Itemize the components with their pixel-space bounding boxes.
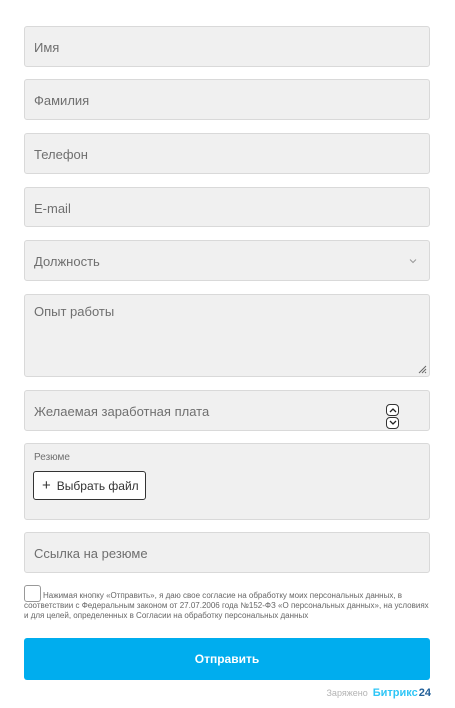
experience-textarea[interactable]: Опыт работы [24, 294, 430, 377]
phone-placeholder: Телефон [34, 147, 88, 162]
salary-placeholder: Желаемая заработная плата [34, 404, 210, 419]
choose-file-button[interactable]: + Выбрать файл [33, 471, 146, 500]
name-placeholder: Имя [34, 40, 60, 55]
choose-file-label: Выбрать файл [56, 478, 139, 493]
email-placeholder: E-mail [34, 201, 71, 216]
powered-by: Заряжено Битрикс 24 [327, 687, 432, 699]
surname-input[interactable]: Фамилия [24, 79, 430, 120]
submit-button[interactable]: Отправить [24, 638, 430, 680]
number-spinner [386, 404, 400, 432]
powered-by-prefix: Заряжено [326, 688, 368, 698]
consent-text: Нажимая кнопку «Отправить», я даю свое с… [24, 591, 429, 620]
position-select[interactable]: Должность [24, 240, 430, 281]
phone-input[interactable]: Телефон [24, 133, 430, 174]
bitrix-brand-number[interactable]: 24 [419, 687, 431, 699]
resume-link-input[interactable]: Ссылка на резюме [24, 532, 430, 573]
plus-icon: + [42, 477, 51, 494]
surname-placeholder: Фамилия [34, 93, 90, 108]
bitrix-brand[interactable]: Битрикс [373, 687, 418, 699]
email-input[interactable]: E-mail [24, 187, 430, 227]
experience-placeholder: Опыт работы [34, 304, 115, 319]
resize-handle-icon[interactable] [417, 364, 427, 374]
chevron-down-icon [389, 420, 396, 425]
resume-link-placeholder: Ссылка на резюме [34, 546, 148, 561]
spinner-down-button[interactable] [386, 417, 399, 429]
name-input[interactable]: Имя [24, 26, 430, 67]
spinner-up-button[interactable] [386, 404, 399, 416]
salary-input[interactable]: Желаемая заработная плата [24, 390, 430, 431]
resume-upload: Резюме + Выбрать файл [24, 443, 430, 520]
position-placeholder: Должность [34, 254, 100, 269]
consent-block: Нажимая кнопку «Отправить», я даю свое с… [24, 585, 434, 625]
resume-label: Резюме [34, 452, 70, 463]
chevron-up-icon [389, 408, 396, 413]
chevron-down-icon [409, 259, 417, 264]
